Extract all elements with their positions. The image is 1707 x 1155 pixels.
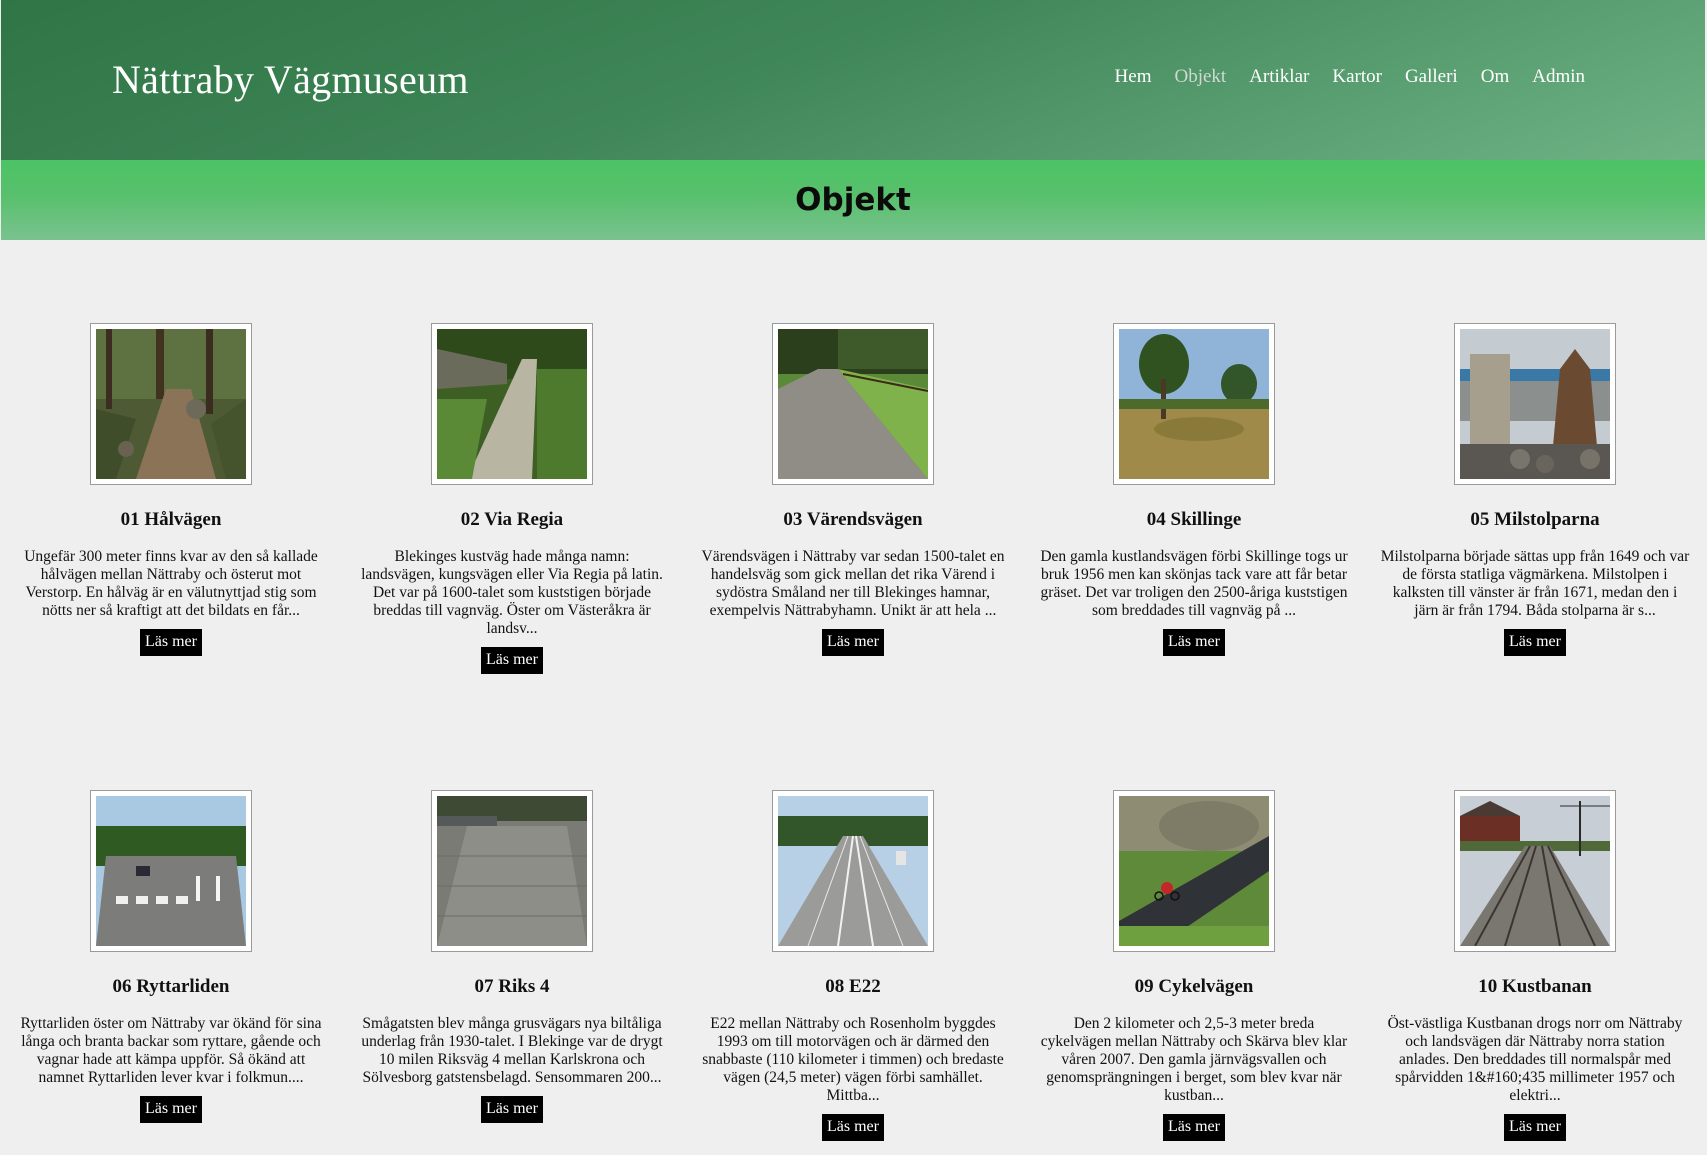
object-thumbnail[interactable]	[772, 790, 934, 952]
read-more-button[interactable]: Läs mer	[481, 647, 543, 674]
object-thumbnail[interactable]	[90, 790, 252, 952]
object-card: 02 Via Regia Blekinges kustväg hade mång…	[342, 323, 682, 674]
motorway-photo	[778, 796, 928, 946]
read-more-button[interactable]: Läs mer	[1504, 629, 1566, 656]
object-card: 05 Milstolparna Milstolparna började sät…	[1365, 323, 1705, 656]
railway-photo	[1460, 796, 1610, 946]
country-road-photo	[778, 329, 928, 479]
object-title: 06 Ryttarliden	[112, 976, 230, 997]
object-card: 07 Riks 4 Smågatsten blev många grusväga…	[342, 790, 682, 1123]
milestones-photo	[1460, 329, 1610, 479]
object-card: 10 Kustbanan Öst-västliga Kustbanan drog…	[1365, 790, 1705, 1141]
object-card: 03 Värendsvägen Värendsvägen i Nättraby …	[683, 323, 1023, 656]
object-thumbnail[interactable]	[431, 790, 593, 952]
object-title: 03 Värendsvägen	[783, 509, 923, 530]
object-excerpt: Smågatsten blev många grusvägars nya bil…	[361, 1015, 663, 1086]
object-grid: 01 Hålvägen Ungefär 300 meter finns kvar…	[0, 0, 1707, 1155]
object-excerpt: Öst-västliga Kustbanan drogs norr om Nät…	[1387, 1015, 1683, 1104]
object-title: 07 Riks 4	[474, 976, 550, 997]
object-card: 06 Ryttarliden Ryttarliden öster om Nätt…	[1, 790, 341, 1123]
read-more-button[interactable]: Läs mer	[1163, 1114, 1225, 1141]
object-title: 02 Via Regia	[460, 509, 564, 530]
object-card: 04 Skillinge Den gamla kustlandsvägen fö…	[1024, 323, 1364, 656]
read-more-button[interactable]: Läs mer	[822, 1114, 884, 1141]
object-excerpt: Värendsvägen i Nättraby var sedan 1500-t…	[701, 548, 1005, 619]
object-thumbnail[interactable]	[431, 323, 593, 485]
cobblestone-road-photo	[437, 796, 587, 946]
object-thumbnail[interactable]	[1454, 790, 1616, 952]
object-thumbnail[interactable]	[1113, 323, 1275, 485]
object-title: 10 Kustbanan	[1478, 976, 1592, 997]
read-more-button[interactable]: Läs mer	[1504, 1114, 1566, 1141]
object-thumbnail[interactable]	[772, 323, 934, 485]
object-title: 05 Milstolparna	[1470, 509, 1600, 530]
forest-path-photo	[96, 329, 246, 479]
object-thumbnail[interactable]	[1113, 790, 1275, 952]
object-title: 04 Skillinge	[1146, 509, 1242, 530]
read-more-button[interactable]: Läs mer	[822, 629, 884, 656]
object-excerpt: Den 2 kilometer och 2,5-3 meter breda cy…	[1040, 1015, 1348, 1104]
object-excerpt: Milstolparna började sättas upp från 164…	[1380, 548, 1690, 619]
object-excerpt: E22 mellan Nättraby och Rosenholm byggde…	[702, 1015, 1004, 1104]
object-excerpt: Blekinges kustväg hade många namn: lands…	[361, 548, 663, 637]
object-card: 09 Cykelvägen Den 2 kilometer och 2,5-3 …	[1024, 790, 1364, 1141]
object-card: 01 Hålvägen Ungefär 300 meter finns kvar…	[1, 323, 341, 656]
object-thumbnail[interactable]	[1454, 323, 1616, 485]
gravel-lane-photo	[437, 329, 587, 479]
read-more-button[interactable]: Läs mer	[1163, 629, 1225, 656]
object-title: 09 Cykelvägen	[1134, 976, 1254, 997]
cycle-path-photo	[1119, 796, 1269, 946]
object-excerpt: Den gamla kustlandsvägen förbi Skillinge…	[1040, 548, 1348, 619]
crosswalk-road-photo	[96, 796, 246, 946]
object-title: 01 Hålvägen	[120, 509, 222, 530]
read-more-button[interactable]: Läs mer	[481, 1096, 543, 1123]
object-excerpt: Ungefär 300 meter finns kvar av den så k…	[24, 548, 318, 619]
grass-field-photo	[1119, 329, 1269, 479]
object-thumbnail[interactable]	[90, 323, 252, 485]
read-more-button[interactable]: Läs mer	[140, 629, 202, 656]
object-title: 08 E22	[825, 976, 881, 997]
object-card: 08 E22 E22 mellan Nättraby och Rosenholm…	[683, 790, 1023, 1141]
object-excerpt: Ryttarliden öster om Nättraby var ökänd …	[20, 1015, 322, 1086]
read-more-button[interactable]: Läs mer	[140, 1096, 202, 1123]
